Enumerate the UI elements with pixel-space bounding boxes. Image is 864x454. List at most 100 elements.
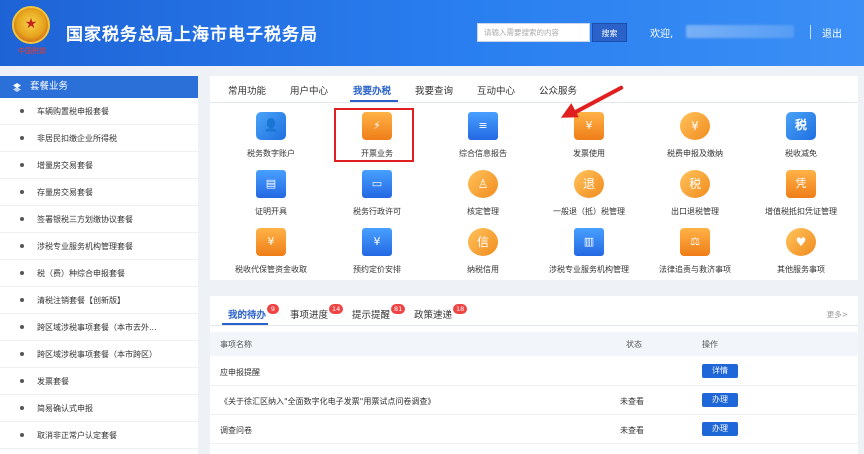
service-tile[interactable]: 退一般退（抵）税管理 (534, 166, 644, 220)
service-tile[interactable]: ≡ 综合信息报告 (428, 108, 538, 162)
service-tile[interactable]: 税出口退税管理 (640, 166, 750, 220)
tab-tax-handling[interactable]: 我要办税 (353, 83, 391, 97)
service-tile[interactable]: ♥ 其他服务事项 (746, 224, 856, 278)
sidebar-item-label: 非居民扣缴企业所得税 (37, 133, 117, 143)
sidebar: 套餐业务 车辆购置税申报套餐 非居民扣缴企业所得税 增量房交易套餐存量房交易套餐签署… (0, 76, 198, 454)
more-link[interactable]: 更多> (827, 309, 848, 320)
certificate-icon: ▤ (256, 170, 286, 198)
panel-scroll-gap (210, 280, 858, 288)
sidebar-item[interactable]: 增量房交易套餐 (0, 152, 198, 179)
sidebar-item[interactable]: 车辆购置税申报套餐 (0, 98, 198, 125)
emblem-caption: 中国税徽 (18, 47, 46, 55)
search-button[interactable]: 搜索 (592, 23, 627, 42)
tab-progress[interactable]: 事项进度 (290, 307, 328, 321)
table-header: 事项名称 状态 操作 (210, 332, 858, 356)
bullet-icon (20, 244, 24, 248)
sidebar-item-label: 签署银税三方划缴协议套餐 (37, 214, 133, 224)
tab-my-todo[interactable]: 我的待办 (228, 307, 266, 321)
export-refund-icon: 税 (680, 170, 710, 198)
tab-common-functions[interactable]: 常用功能 (228, 83, 266, 97)
redacted-username (686, 25, 794, 38)
service-label: 核定管理 (467, 207, 499, 216)
service-tile[interactable]: ¥ 税收代保管资金收取 (216, 224, 326, 278)
tab-interaction-center[interactable]: 互动中心 (477, 83, 515, 97)
service-tile[interactable]: ¥ 发票使用 (534, 108, 644, 162)
bullet-icon (20, 163, 24, 167)
reminders-count-badge: 81 (391, 304, 406, 314)
todo-panel: 我的待办 9 事项进度 14 提示提醒 81 政策速递 18 更多> 事项名称 … (210, 296, 858, 454)
service-tile[interactable]: 信纳税信用 (428, 224, 538, 278)
service-label: 法律追责与救济事项 (659, 265, 731, 274)
service-tile[interactable]: ▥ 涉税专业服务机构管理 (534, 224, 644, 278)
assessment-icon: ♙ (468, 170, 498, 198)
todo-tabs: 我的待办 9 事项进度 14 提示提醒 81 政策速递 18 更多> (210, 296, 858, 326)
service-label: 证明开具 (255, 207, 287, 216)
tax-relief-icon: 税 (786, 112, 816, 140)
sidebar-item[interactable]: 清税注销套餐【创新版】 (0, 287, 198, 314)
bullet-icon (20, 217, 24, 221)
sidebar-item[interactable]: 跨区域涉税事项套餐（本市跨区） (0, 341, 198, 368)
row-item-name: 调查问卷 (220, 426, 252, 435)
pricing-icon: ¥ (362, 228, 392, 256)
tax-emblem-logo (12, 6, 50, 44)
service-panel: 常用功能 用户中心 我要办税 我要查询 互动中心 公众服务 👤 税务数字账户 ⚡ 开票… (210, 76, 858, 288)
sidebar-item[interactable]: 简易确认式申报 (0, 395, 198, 422)
sidebar-item-label: 跨区域涉税事项套餐（本市跨区） (37, 349, 157, 359)
tab-policy-news[interactable]: 政策速递 (414, 307, 452, 321)
service-label: 增值税抵扣凭证管理 (765, 207, 837, 216)
sidebar-item[interactable]: 涉税专业服务机构管理套餐 (0, 233, 198, 260)
vat-voucher-icon: 凭 (786, 170, 816, 198)
tab-query[interactable]: 我要查询 (415, 83, 453, 97)
highlight-box (334, 108, 414, 162)
service-tile[interactable]: ▤ 证明开具 (216, 166, 326, 220)
sidebar-item-label: 增量房交易套餐 (37, 160, 93, 170)
detail-button[interactable]: 详情 (702, 364, 738, 378)
service-tile[interactable]: ¥ 预约定价安排 (322, 224, 432, 278)
service-tile[interactable]: ♙ 核定管理 (428, 166, 538, 220)
site-title: 国家税务总局上海市电子税务局 (66, 25, 318, 45)
account-icon: 👤 (256, 112, 286, 140)
sidebar-item[interactable]: 存量房交易套餐 (0, 179, 198, 206)
sidebar-item[interactable]: 非居民扣缴企业所得税 (0, 125, 198, 152)
sidebar-header[interactable]: 套餐业务 (0, 76, 198, 98)
service-label: 税务行政许可 (353, 207, 401, 216)
table-row: 调查问卷 未查看 办理 (210, 415, 858, 444)
header-divider (810, 25, 811, 39)
service-tile[interactable]: ▭ 税务行政许可 (322, 166, 432, 220)
service-tile[interactable]: ¥ 税费申报及缴纳 (640, 108, 750, 162)
row-item-name: 《关于徐汇区纳入"全面数字化电子发票"用票试点问卷调查》 (220, 397, 436, 406)
service-label: 其他服务事项 (777, 265, 825, 274)
active-todo-tab-underline (222, 323, 268, 325)
service-tile[interactable]: ⚖ 法律追责与救济事项 (640, 224, 750, 278)
bullet-icon (20, 271, 24, 275)
tab-reminders[interactable]: 提示提醒 (352, 307, 390, 321)
policy-count-badge: 18 (453, 304, 468, 314)
bullet-icon (20, 406, 24, 410)
tab-public-services[interactable]: 公众服务 (539, 83, 577, 97)
service-tile[interactable]: 凭增值税抵扣凭证管理 (746, 166, 856, 220)
service-label: 发票使用 (573, 149, 605, 158)
sidebar-item[interactable]: 发票套餐 (0, 368, 198, 395)
sidebar-item[interactable]: 取消非正常户认定套餐 (0, 422, 198, 449)
search-input[interactable]: 请输入需要搜索的内容 (477, 23, 590, 42)
handle-button[interactable]: 办理 (702, 393, 738, 407)
tab-user-center[interactable]: 用户中心 (290, 83, 328, 97)
service-tile[interactable]: 👤 税务数字账户 (216, 108, 326, 162)
sidebar-list: 车辆购置税申报套餐 非居民扣缴企业所得税 增量房交易套餐存量房交易套餐签署银税三方划… (0, 98, 198, 449)
sidebar-item-label: 车辆购置税申报套餐 (37, 106, 109, 116)
bullet-icon (20, 190, 24, 194)
bullet-icon (20, 136, 24, 140)
sidebar-item[interactable]: 跨区域涉税事项套餐（本市去外... (0, 314, 198, 341)
active-tab-underline (350, 100, 398, 102)
service-label: 纳税信用 (467, 265, 499, 274)
bullet-icon (20, 352, 24, 356)
progress-count-badge: 14 (329, 304, 344, 314)
table-row: 《关于徐汇区纳入"全面数字化电子发票"用票试点问卷调查》 未查看 办理 (210, 386, 858, 415)
handle-button[interactable]: 办理 (702, 422, 738, 436)
sidebar-item[interactable]: 签署银税三方划缴协议套餐 (0, 206, 198, 233)
service-label: 税收代保管资金收取 (235, 265, 307, 274)
service-tile[interactable]: 税税收减免 (746, 108, 856, 162)
sidebar-item[interactable]: 税（费）种综合申报套餐 (0, 260, 198, 287)
logout-link[interactable]: 退出 (822, 25, 842, 40)
agency-icon: ▥ (574, 228, 604, 256)
